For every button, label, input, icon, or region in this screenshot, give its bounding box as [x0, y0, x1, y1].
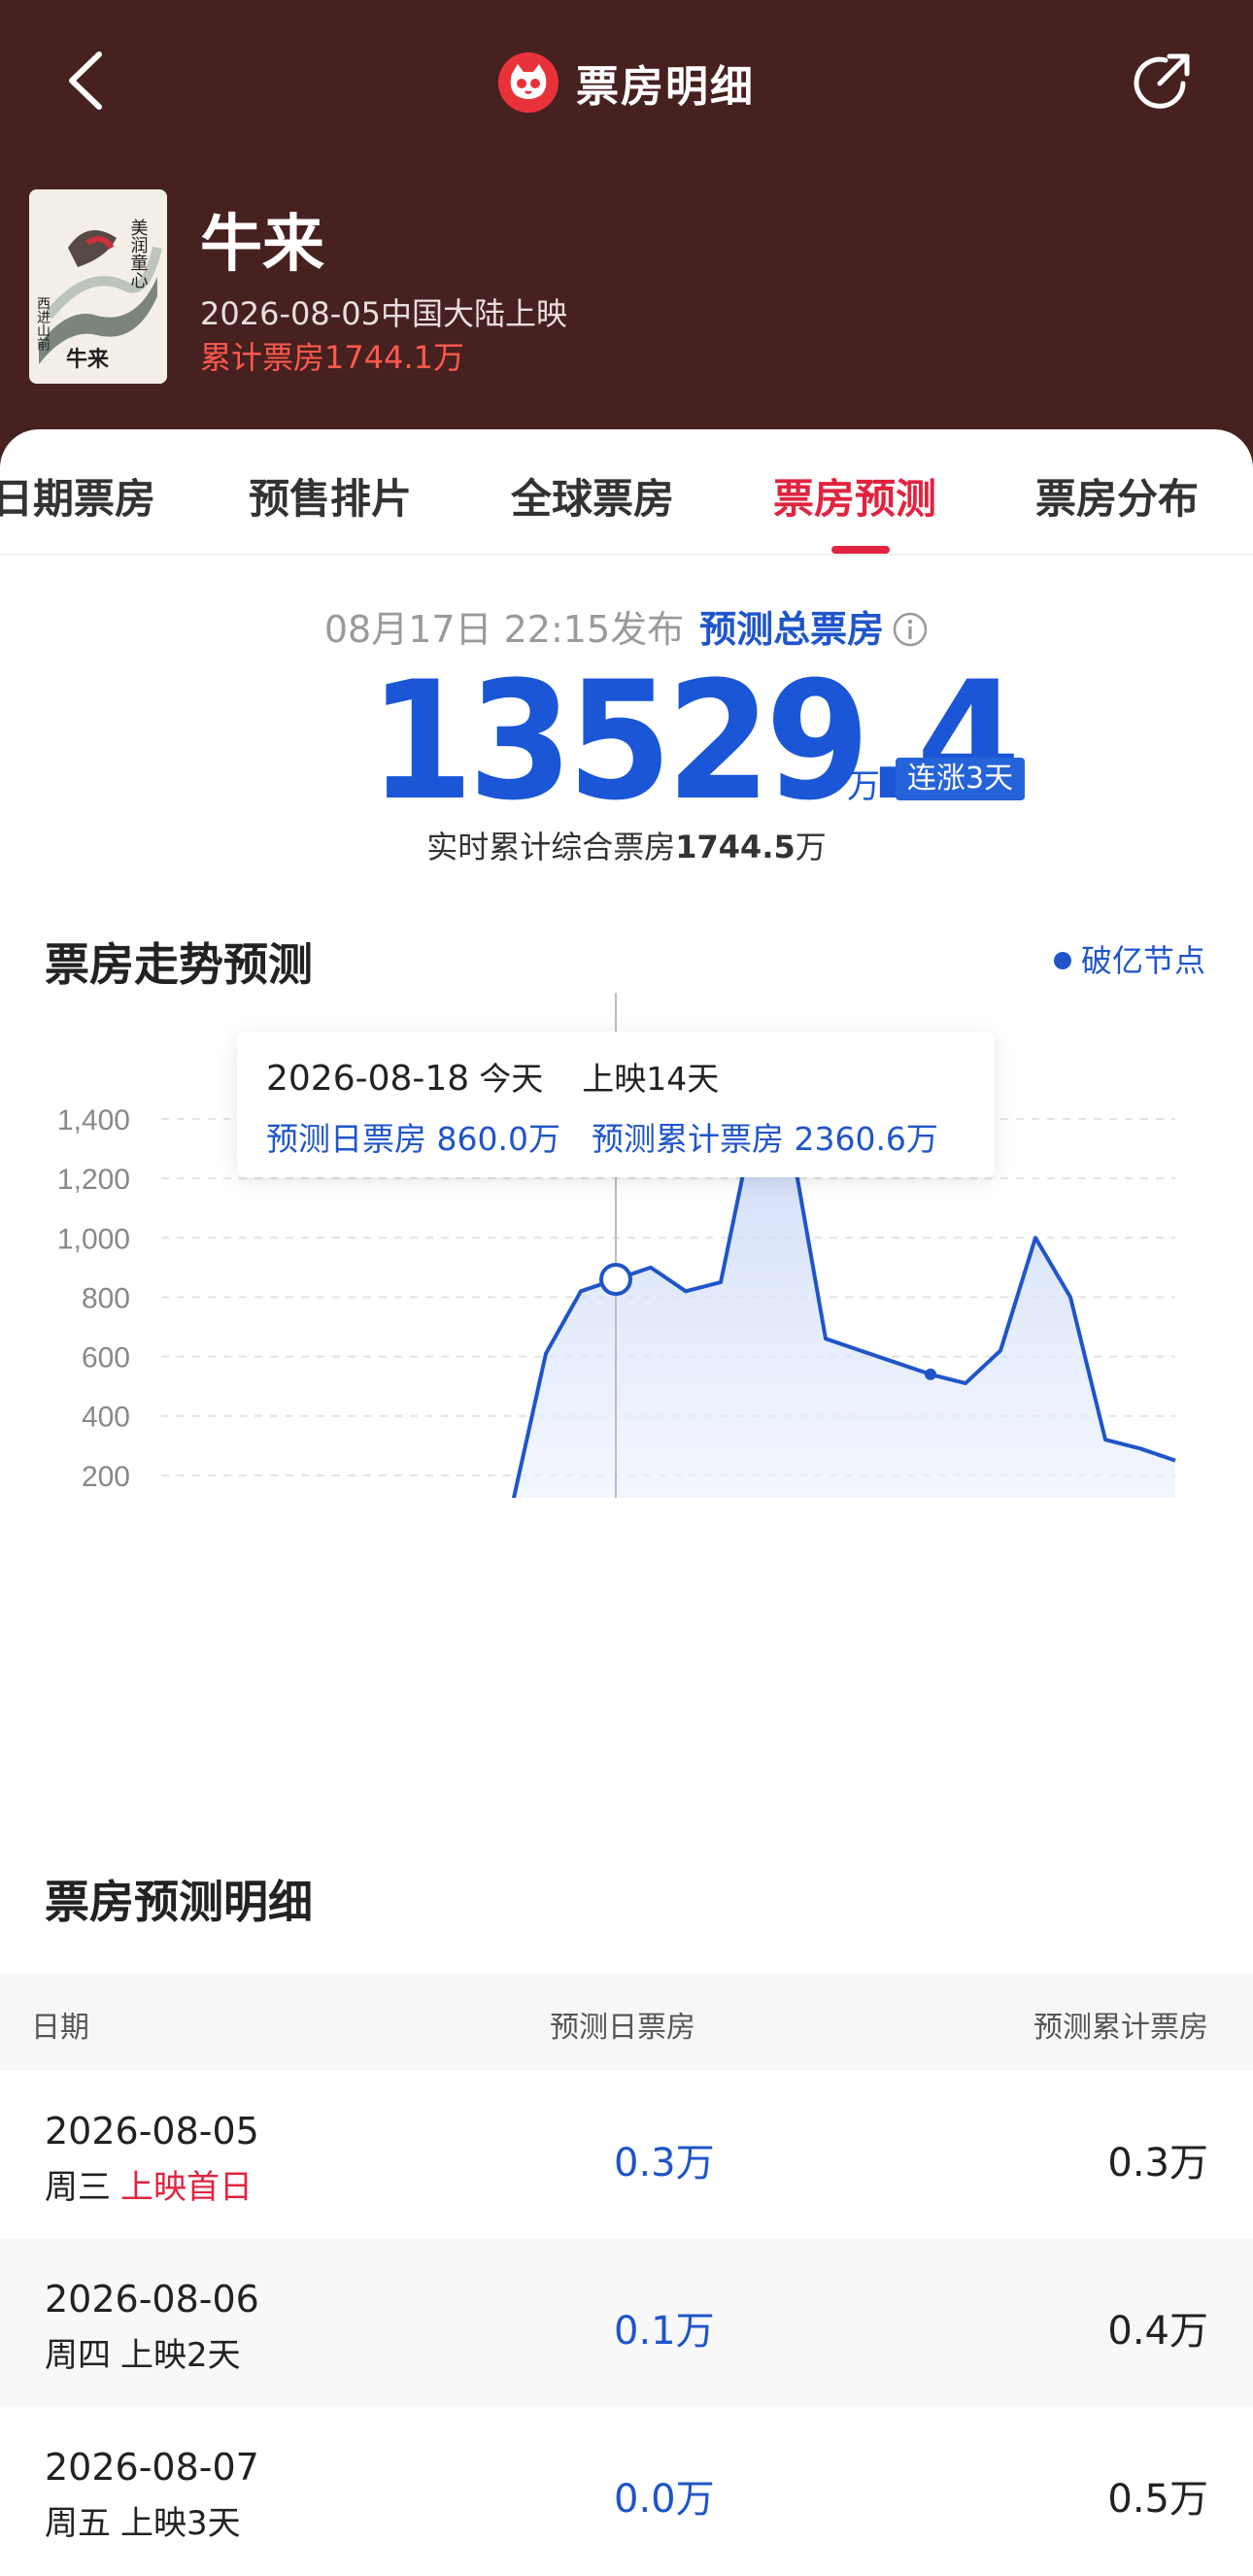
tab-presale[interactable]: 预售排片	[249, 466, 412, 525]
table-row[interactable]: 2026-08-05 周三 上映首日 0.3万 0.3万	[0, 2071, 1253, 2238]
movie-name[interactable]: 牛来	[200, 194, 324, 284]
cat-logo-icon	[498, 52, 559, 113]
share-icon	[1134, 53, 1190, 109]
table-row[interactable]: 2026-08-06 周四 上映2天 0.1万 0.4万	[0, 2239, 1253, 2406]
realtime-gross: 实时累计综合票房1744.5万	[0, 823, 1253, 867]
row-weekday-label: 周四	[45, 2336, 111, 2375]
table-row[interactable]: 2026-08-07 周五 上映3天 0.0万 0.5万	[0, 2407, 1253, 2574]
realtime-prefix: 实时累计综合票房	[426, 829, 676, 865]
th-cumulative: 预测累计票房	[1033, 2011, 1208, 2045]
poster-text-top: 美润童心	[128, 219, 149, 288]
tooltip-values: 预测日票房 860.0万 预测累计票房 2360.6万	[266, 1113, 938, 1160]
poster-text-bottom: 牛来	[66, 347, 110, 372]
content-panel: 日期票房 预售排片 全球票房 票房预测 票房分布 08月17日 22:15发布预…	[0, 429, 1253, 2576]
row-run: 上映首日	[120, 2168, 253, 2207]
row-run: 上映2天	[120, 2336, 241, 2375]
y-tick-label: 1,000	[57, 1223, 130, 1255]
y-tick-label: 800	[82, 1282, 130, 1314]
legend-item[interactable]: 破亿节点	[1054, 936, 1205, 981]
row-daily: 0.3万	[614, 2141, 715, 2186]
tab-daily-box-office[interactable]: 日期票房	[0, 466, 155, 525]
forecast-total-unit: 万	[847, 767, 880, 806]
rise-badge: 连涨3天	[896, 758, 1026, 800]
total-gross: 累计票房1744.1万	[200, 339, 464, 376]
movie-poster[interactable]: 美润童心 西进山前 牛来	[29, 189, 167, 384]
th-daily: 预测日票房	[550, 2011, 695, 2045]
node-point	[925, 1368, 936, 1380]
row-date: 2026-08-06	[45, 2278, 259, 2321]
legend-label: 破亿节点	[1081, 942, 1206, 979]
page-title: 票房明细	[576, 62, 755, 112]
tab-distribution[interactable]: 票房分布	[1035, 466, 1199, 525]
detail-title: 票房预测明细	[45, 1876, 313, 1928]
highlight-point	[599, 1263, 632, 1297]
poster-text-left: 西进山前	[35, 296, 51, 352]
row-cumulative: 0.4万	[1107, 2309, 1208, 2354]
row-date: 2026-08-07	[45, 2446, 259, 2489]
y-tick-label: 1,400	[57, 1104, 130, 1136]
tab-forecast[interactable]: 票房预测	[773, 466, 936, 525]
realtime-unit: 万	[795, 829, 827, 865]
y-tick-label: 1,200	[57, 1164, 130, 1196]
forecast-publish-row: 08月17日 22:15发布 预测总票房	[0, 599, 1253, 653]
row-weekday: 周四 上映2天	[45, 2328, 241, 2376]
row-weekday-label: 周三	[45, 2168, 111, 2207]
row-run: 上映3天	[120, 2504, 241, 2543]
forecast-total-label: 预测总票房	[699, 608, 885, 651]
row-weekday: 周五 上映3天	[45, 2496, 241, 2544]
tooltip-run: 上映14天	[582, 1060, 720, 1098]
tooltip-header: 2026-08-18 今天 上映14天	[266, 1053, 719, 1100]
tab-bar: 日期票房 预售排片 全球票房 票房预测 票房分布	[0, 429, 1253, 556]
share-button[interactable]	[1127, 49, 1195, 117]
tooltip-today: 今天	[479, 1060, 544, 1098]
y-tick-label: 200	[82, 1461, 130, 1493]
row-date: 2026-08-05	[45, 2110, 259, 2152]
chart-tooltip: 2026-08-18 今天 上映14天 预测日票房 860.0万 预测累计票房 236…	[237, 1032, 995, 1177]
row-cumulative: 0.5万	[1107, 2477, 1208, 2522]
publish-time: 08月17日 22:15发布	[323, 608, 685, 651]
table-header: 日期 预测日票房 预测累计票房	[0, 1974, 1253, 2071]
row-daily: 0.1万	[614, 2309, 715, 2354]
row-weekday: 周三 上映首日	[45, 2160, 253, 2208]
tooltip-date: 2026-08-18	[266, 1059, 470, 1099]
release-date: 2026-08-05中国大陆上映	[200, 295, 567, 332]
th-date: 日期	[31, 2011, 89, 2045]
row-daily: 0.0万	[614, 2477, 715, 2522]
row-cumulative: 0.3万	[1107, 2141, 1208, 2186]
trend-title: 票房走势预测	[45, 938, 313, 991]
realtime-value: 1744.5	[675, 829, 796, 865]
info-icon[interactable]	[892, 611, 929, 648]
tab-global[interactable]: 全球票房	[511, 466, 674, 525]
legend-dot-icon	[1054, 952, 1071, 969]
tab-active-indicator	[831, 546, 890, 554]
y-tick-label: 400	[82, 1402, 130, 1434]
tooltip-daily: 预测日票房 860.0万	[266, 1120, 560, 1158]
tooltip-cumulative: 预测累计票房 2360.6万	[591, 1120, 938, 1158]
row-weekday-label: 周五	[45, 2504, 111, 2543]
nav-title-bar: 票房明细	[0, 49, 1253, 117]
y-tick-label: 600	[82, 1342, 130, 1374]
